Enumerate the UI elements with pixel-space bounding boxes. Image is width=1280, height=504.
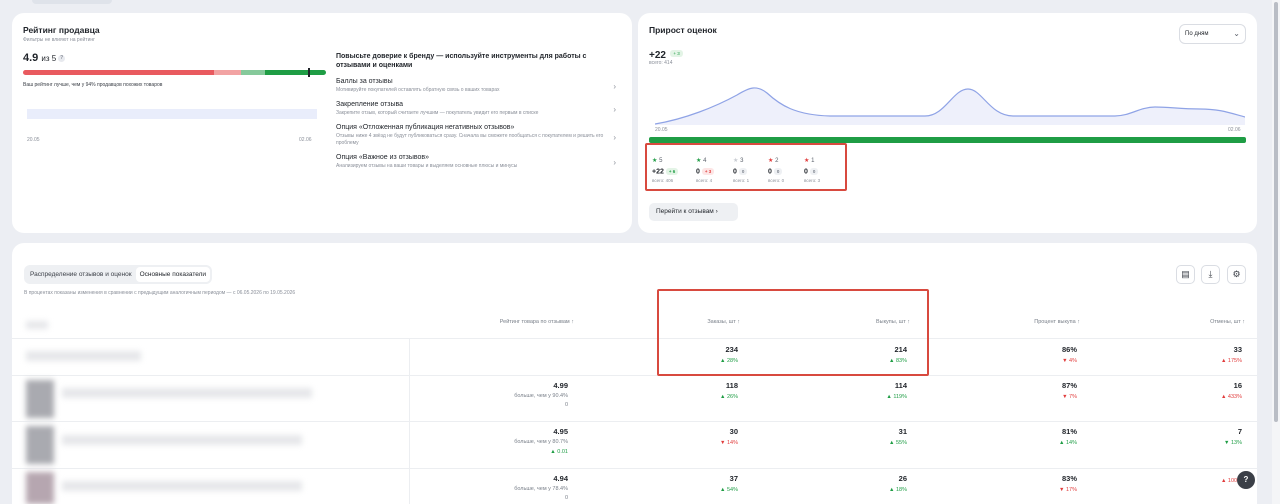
row1-buyouts: 114 ▲ 119% [886, 381, 907, 400]
export-icon[interactable]: ▤ [1176, 265, 1195, 284]
rating-growth-card: Прирост оценок По дням ⌄ +22 + 3 всего: … [638, 13, 1257, 233]
row2-buyout-percent: 81% ▲ 14% [1059, 427, 1077, 446]
download-icon[interactable]: ⤓ [1201, 265, 1220, 284]
metrics-tabs: Распределение отзывов и оценок Основные … [24, 265, 213, 284]
growth-total-all: всего: 414 [649, 60, 673, 66]
header-rating[interactable]: Рейтинг товара по отзывам ↑ [432, 319, 574, 325]
star-5-stats: ★ 5 +22 + 6 всего: 406 [652, 157, 679, 183]
blurred-product-header [26, 321, 48, 329]
row3-rating: 4.94 больше, чем у 78.4% 0 [514, 474, 568, 501]
star-4-stats: ★ 4 0 + 3 всего: 4 [696, 157, 715, 183]
seller-rating-card: Рейтинг продавца Фильтры не влияют на ре… [12, 13, 632, 233]
row3-buyouts: 26 ▲ 18% [889, 474, 907, 493]
chevron-right-icon: › [613, 158, 616, 167]
row1-orders: 118 ▲ 26% [720, 381, 738, 400]
row2-buyouts: 31 ▲ 55% [889, 427, 907, 446]
growth-chart [655, 87, 1245, 125]
rating-marker [308, 68, 310, 77]
top-strip [32, 0, 112, 4]
period-select[interactable]: По дням ⌄ [1179, 24, 1246, 44]
rating-history-chart [27, 109, 317, 119]
star-2-stats: ★ 2 0 0 всего: 0 [768, 158, 785, 184]
summary-buyout-percent: 86% ▼ 4% [1061, 345, 1077, 364]
tool-pin-review[interactable]: Закрепление отзыва Закрепите отзыв, кото… [336, 101, 616, 117]
go-to-reviews-button[interactable]: Перейти к отзывам › [649, 203, 738, 221]
row1-cancels: 16 ▲ 433% [1220, 381, 1242, 400]
divider [12, 375, 1257, 376]
growth-end-date: 02.06 [1228, 127, 1241, 133]
scrollbar[interactable] [1272, 0, 1280, 504]
chevron-right-icon: › [715, 208, 718, 215]
product-name-blurred [62, 388, 312, 398]
tab-distribution[interactable]: Распределение отзывов и оценок [26, 267, 136, 282]
chart-end-date: 02.06 [299, 137, 312, 143]
help-button[interactable]: ? [1237, 471, 1255, 489]
product-image-blurred [26, 472, 54, 504]
row2-orders: 30 ▼ 14% [720, 427, 738, 446]
tab-main-metrics[interactable]: Основные показатели [135, 267, 211, 282]
row2-rating: 4.95 больше, чем у 80.7% ▲ 0.01 [514, 427, 568, 455]
row3-orders: 37 ▲ 54% [720, 474, 738, 493]
growth-start-date: 20.05 [655, 127, 668, 133]
chart-start-date: 20.05 [27, 137, 40, 143]
tool-delayed-publication[interactable]: Опция «Отложенная публикация негативных … [336, 124, 616, 147]
promo-title: Повысьте доверие к бренду — используйте … [336, 53, 587, 69]
summary-cancels: 33 ▲ 175% [1220, 345, 1242, 364]
blurred-summary-label [26, 351, 141, 361]
star-3-stats: ★ 3 0 0 всего: 1 [733, 158, 750, 184]
chevron-right-icon: › [613, 133, 616, 142]
divider [12, 338, 1257, 339]
seller-rating-title: Рейтинг продавца [23, 25, 100, 35]
rating-score: 4.9 из 5? [23, 52, 66, 64]
row3-cancels: ▲ 100% [1220, 478, 1242, 484]
rating-comparison: Ваш рейтинг лучше, чем у 94% продавцов п… [23, 82, 163, 88]
header-buyout-percent[interactable]: Процент выкупа ↑ [942, 319, 1080, 325]
comparison-note: В процентах показаны изменения в сравнен… [24, 290, 296, 296]
product-image-blurred [26, 380, 54, 418]
divider [12, 468, 1257, 469]
rating-bar [23, 70, 326, 75]
growth-title: Прирост оценок [649, 25, 717, 35]
row1-rating: 4.99 больше, чем у 90.4% 0 [514, 381, 568, 408]
tool-important-reviews[interactable]: Опция «Важное из отзывов» Анализируем от… [336, 154, 616, 170]
product-name-blurred [62, 435, 302, 445]
tool-bonus-points[interactable]: Баллы за отзывы Мотивируйте покупателей … [336, 78, 616, 94]
chevron-right-icon: › [613, 82, 616, 91]
divider [12, 421, 1257, 422]
star-1-stats: ★ 1 0 0 всего: 3 [804, 158, 821, 184]
settings-icon[interactable]: ⚙ [1227, 265, 1246, 284]
highlight-box [657, 289, 929, 376]
row2-cancels: 7 ▼ 13% [1224, 427, 1242, 446]
scrollbar-thumb[interactable] [1274, 2, 1278, 422]
row3-buyout-percent: 83% ▼ 17% [1059, 474, 1077, 493]
product-image-blurred [26, 426, 54, 464]
metrics-card: Распределение отзывов и оценок Основные … [12, 243, 1257, 504]
product-name-blurred [62, 481, 302, 491]
chevron-down-icon: ⌄ [1233, 29, 1240, 38]
row1-buyout-percent: 87% ▼ 7% [1061, 381, 1077, 400]
seller-rating-subtitle: Фильтры не влияют на рейтинг [23, 37, 95, 43]
info-icon[interactable]: ? [58, 54, 66, 62]
header-cancels[interactable]: Отмены, шт ↑ [1107, 319, 1245, 325]
chevron-right-icon: › [613, 105, 616, 114]
